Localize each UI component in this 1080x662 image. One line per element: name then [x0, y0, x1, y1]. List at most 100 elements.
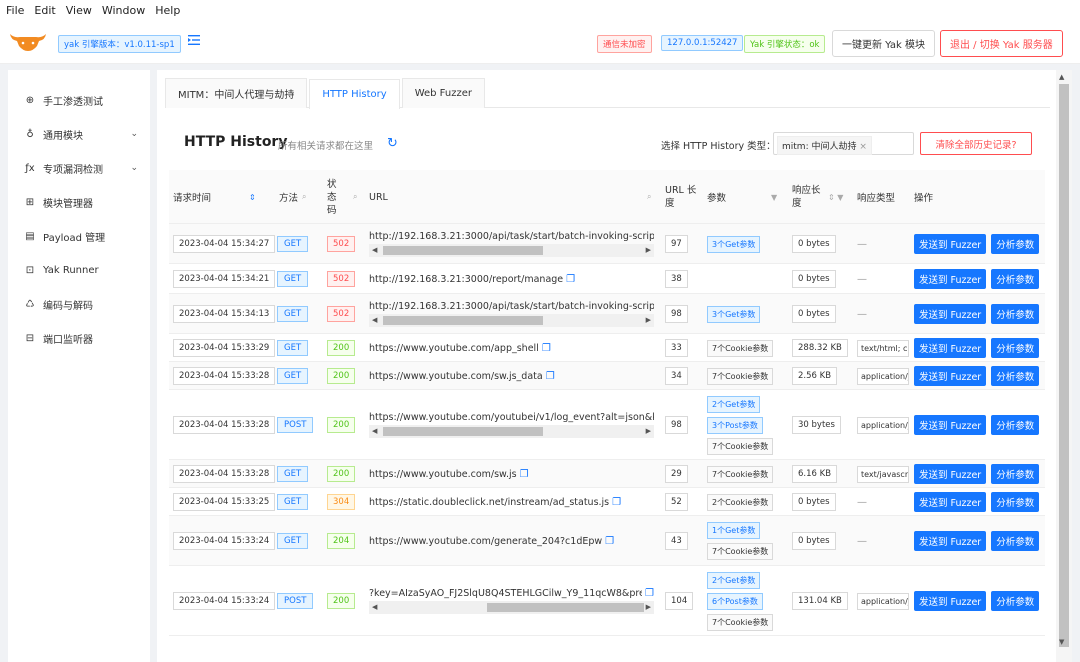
url-text[interactable]: https://www.youtube.com/sw.js_data — [369, 371, 543, 382]
tab-http-history[interactable]: HTTP History — [309, 79, 400, 109]
col-resp-length[interactable]: 响应长 度 — [792, 170, 821, 224]
send-to-fuzzer-button[interactable]: 发送到 Fuzzer — [914, 269, 987, 289]
chevron-down-icon[interactable]: ⌄ — [130, 163, 138, 173]
sidebar-item[interactable]: ⊕ 手工渗透测试 — [8, 90, 150, 110]
analyze-params-button[interactable]: 分析参数 — [991, 415, 1040, 435]
url-text[interactable]: https://www.youtube.com/generate_204?c1d… — [369, 536, 602, 547]
chevron-down-icon[interactable]: ⌄ — [130, 129, 138, 139]
send-to-fuzzer-button[interactable]: 发送到 Fuzzer — [914, 492, 987, 512]
sidebar-item[interactable]: ♺ 编码与解码 — [8, 294, 150, 314]
send-to-fuzzer-button[interactable]: 发送到 Fuzzer — [914, 304, 987, 324]
analyze-params-button[interactable]: 分析参数 — [991, 304, 1040, 324]
sidebar-item[interactable]: ⊟ 端口监听器 — [8, 328, 150, 348]
col-status[interactable]: 状 态 码 — [327, 170, 337, 224]
url-cell: https://www.youtube.com/sw.js_data ❐ — [369, 362, 654, 390]
scroll-left-icon[interactable]: ◀ — [372, 314, 377, 327]
response-length: 288.32 KB — [792, 339, 848, 357]
send-to-fuzzer-button[interactable]: 发送到 Fuzzer — [914, 234, 987, 254]
port-icon: ⊟ — [25, 332, 35, 344]
copy-icon[interactable]: ❐ — [645, 588, 654, 599]
url-text[interactable]: https://www.youtube.com/app_shell — [369, 343, 539, 354]
table-row: 2023-04-04 15:33:28 GET 200 https://www.you… — [169, 460, 1045, 488]
refresh-icon[interactable]: ↻ — [387, 136, 398, 151]
url-text[interactable]: https://www.youtube.com/youtubei/v1/log_… — [369, 412, 654, 423]
sidebar-item[interactable]: ▤ Payload 管理 — [8, 226, 150, 246]
url-text[interactable]: http://192.168.3.21:3000/report/manage — [369, 274, 563, 285]
scroll-left-icon[interactable]: ◀ — [372, 244, 377, 257]
analyze-params-button[interactable]: 分析参数 — [991, 234, 1040, 254]
analyze-params-button[interactable]: 分析参数 — [991, 269, 1040, 289]
url-scroll-thumb[interactable] — [383, 316, 543, 325]
status-search-icon[interactable]: ⌕ — [349, 170, 357, 224]
vertical-scrollbar[interactable]: ▲ ▼ — [1056, 70, 1072, 662]
scroll-right-icon[interactable]: ▶ — [646, 244, 651, 257]
send-to-fuzzer-button[interactable]: 发送到 Fuzzer — [914, 338, 987, 358]
col-url-length[interactable]: URL 长 度 — [665, 170, 696, 224]
analyze-params-button[interactable]: 分析参数 — [991, 464, 1040, 484]
url-text[interactable]: ?key=AIzaSyAO_FJ2SlqU8Q4STEHLGCilw_Y9_11… — [369, 588, 642, 599]
scroll-down-icon[interactable]: ▼ — [1059, 638, 1064, 646]
copy-icon[interactable]: ❐ — [520, 469, 529, 480]
chip-close-icon[interactable]: × — [859, 142, 867, 152]
url-scroll-thumb[interactable] — [383, 427, 543, 436]
copy-icon[interactable]: ❐ — [546, 371, 555, 382]
col-method[interactable]: 方法 ⌕ — [279, 170, 307, 224]
scroll-up-icon[interactable]: ▲ — [1059, 73, 1064, 81]
scroll-right-icon[interactable]: ▶ — [646, 425, 651, 438]
analyze-params-button[interactable]: 分析参数 — [991, 338, 1040, 358]
tab-mitm[interactable]: MITM：中间人代理与劫持 — [165, 78, 308, 108]
copy-icon[interactable]: ❐ — [566, 274, 575, 285]
send-to-fuzzer-button[interactable]: 发送到 Fuzzer — [914, 591, 987, 611]
url-text[interactable]: https://static.doubleclick.net/instream/… — [369, 497, 609, 508]
update-module-button[interactable]: 一键更新 Yak 模块 — [832, 30, 936, 57]
search-icon[interactable]: ⌕ — [302, 192, 306, 202]
send-to-fuzzer-button[interactable]: 发送到 Fuzzer — [914, 366, 987, 386]
scroll-left-icon[interactable]: ◀ — [372, 601, 377, 614]
table-row: 2023-04-04 15:34:27 GET 502 http://192.168.… — [169, 224, 1045, 264]
scroll-thumb[interactable] — [1059, 84, 1069, 647]
send-to-fuzzer-button[interactable]: 发送到 Fuzzer — [914, 415, 987, 435]
send-to-fuzzer-button[interactable]: 发送到 Fuzzer — [914, 464, 987, 484]
send-to-fuzzer-button[interactable]: 发送到 Fuzzer — [914, 531, 987, 551]
url-search-icon[interactable]: ⌕ — [643, 170, 651, 224]
menu-help[interactable]: Help — [155, 4, 180, 17]
copy-icon[interactable]: ❐ — [542, 343, 551, 354]
exit-server-button[interactable]: 退出 / 切换 Yak 服务器 — [940, 30, 1063, 57]
scroll-right-icon[interactable]: ▶ — [646, 314, 651, 327]
scroll-left-icon[interactable]: ◀ — [372, 425, 377, 438]
scroll-right-icon[interactable]: ▶ — [646, 601, 651, 614]
cell: — — [857, 224, 867, 264]
menu-view[interactable]: View — [66, 4, 92, 17]
copy-icon[interactable]: ❐ — [612, 497, 621, 508]
col-time[interactable]: 请求时间 ⇕ — [173, 170, 256, 224]
url-text[interactable]: http://192.168.3.21:3000/api/task/start/… — [369, 231, 654, 242]
clear-history-button[interactable]: 清除全部历史记录? — [920, 132, 1032, 155]
analyze-params-button[interactable]: 分析参数 — [991, 591, 1040, 611]
url-scrollbar[interactable]: ◀ ▶ — [369, 601, 654, 614]
url-text[interactable]: https://www.youtube.com/sw.js — [369, 469, 517, 480]
menu-file[interactable]: File — [6, 4, 24, 17]
url-scrollbar[interactable]: ◀ ▶ — [369, 314, 654, 327]
sort-icon[interactable]: ⇕ — [249, 193, 256, 202]
menu-collapse-icon[interactable] — [188, 35, 200, 45]
empty-content-type: — — [857, 308, 867, 320]
filter-icon[interactable]: ▼ — [771, 193, 777, 202]
url-text[interactable]: http://192.168.3.21:3000/api/task/start/… — [369, 301, 654, 312]
sidebar-item[interactable]: ƒx 专项漏洞检测 ⌄ — [8, 158, 150, 178]
analyze-params-button[interactable]: 分析参数 — [991, 492, 1040, 512]
history-type-select[interactable]: mitm: 中间人劫持 × — [773, 132, 914, 155]
tab-web-fuzzer[interactable]: Web Fuzzer — [401, 78, 485, 108]
copy-icon[interactable]: ❐ — [605, 536, 614, 547]
url-scroll-thumb[interactable] — [487, 603, 644, 612]
analyze-params-button[interactable]: 分析参数 — [991, 531, 1040, 551]
url-scrollbar[interactable]: ◀ ▶ — [369, 425, 654, 438]
resp-sort-filter-icon[interactable]: ⇕ ▼ — [824, 170, 843, 224]
url-scrollbar[interactable]: ◀ ▶ — [369, 244, 654, 257]
sidebar-item[interactable]: ⊡ Yak Runner — [8, 260, 150, 280]
sidebar-item[interactable]: ⊞ 模块管理器 — [8, 192, 150, 212]
sidebar-item[interactable]: ♁ 通用模块 ⌄ — [8, 124, 150, 144]
menu-edit[interactable]: Edit — [34, 4, 55, 17]
analyze-params-button[interactable]: 分析参数 — [991, 366, 1040, 386]
menu-window[interactable]: Window — [102, 4, 145, 17]
url-scroll-thumb[interactable] — [383, 246, 543, 255]
